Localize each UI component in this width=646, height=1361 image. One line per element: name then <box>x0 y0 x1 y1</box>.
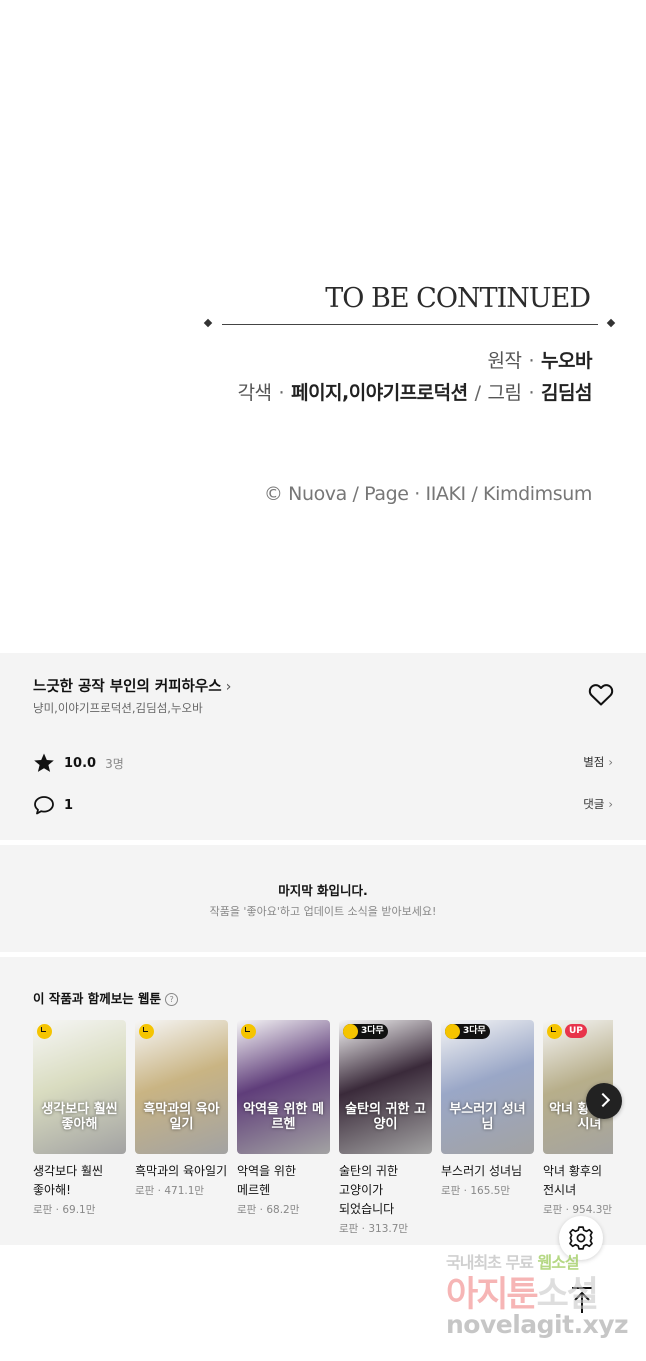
cover-title-art: 부스러기 성녀님 <box>449 1102 526 1132</box>
recommendation-card[interactable]: 술탄의 귀한 고양이 3다무술탄의 귀한 고양이가 되었습니다로판 · 313.7… <box>339 1020 432 1240</box>
series-title-link[interactable]: 느긋한 공작 부인의 커피하우스 › <box>33 675 231 696</box>
recommendation-card-title: 흑막과의 육아일기 <box>135 1164 228 1178</box>
series-authors: 냥미,이야기프로덕션,김딤섬,누오바 <box>33 701 203 715</box>
recommendation-card[interactable]: 생각보다 훨씬 좋아해생각보다 훨씬 좋아해! 로판 · 69.1만 <box>33 1020 126 1240</box>
divider-diamond-left <box>203 318 213 328</box>
watermark-url: novelagit.xyz <box>446 1310 629 1339</box>
comments-link[interactable]: 댓글 › <box>583 796 613 812</box>
up-badge: UP <box>565 1024 587 1038</box>
credit-adapt-art: 각색 · 페이지,이야기프로덕션 / 그림 · 김딤섬 <box>237 382 593 404</box>
chevron-right-icon: › <box>225 679 232 695</box>
cover-title-art: 생각보다 훨씬 좋아해 <box>41 1102 118 1132</box>
copyright-text: © Nuova / Page · IIAKI / Kimdimsum <box>263 483 593 505</box>
chevron-right-icon: › <box>608 755 613 769</box>
recommendation-card-meta: 로판 · 68.2만 <box>237 1204 300 1216</box>
clock-icon <box>37 1024 52 1039</box>
chevron-right-icon: › <box>608 797 613 811</box>
recommendation-card-title: 악역을 위한 메르헨 <box>237 1164 297 1197</box>
webtoon-cover-image: 술탄의 귀한 고양이 3다무 <box>339 1020 432 1154</box>
recommendation-card-meta: 로판 · 313.7만 <box>339 1223 409 1235</box>
credit-original-author: 누오바 <box>541 350 592 372</box>
webtoon-cover-image: 생각보다 훨씬 좋아해 <box>33 1020 126 1154</box>
watermark-text: 아지툰 <box>446 1275 539 1315</box>
last-episode-title: 마지막 화입니다. <box>278 883 368 898</box>
recommendation-card-title: 술탄의 귀한 고양이가 되었습니다 <box>339 1164 399 1216</box>
recommendation-card-title: 악녀 황후의 전시녀 <box>543 1164 603 1197</box>
credit-original-label: 원작 <box>487 350 522 372</box>
rating-link[interactable]: 별점 › <box>583 754 613 770</box>
cover-title-art: 악역을 위한 메르헨 <box>243 1102 324 1132</box>
recommendation-card[interactable]: 악녀 황후의 전 시녀UP악녀 황후의 전시녀로판 · 954.3만 <box>543 1020 613 1240</box>
cover-title-art: 술탄의 귀한 고양이 <box>345 1102 426 1132</box>
comment-bubble-icon <box>34 796 54 815</box>
credit-adapt-author: 페이지,이야기프로덕션 <box>291 382 468 404</box>
last-episode-notice: 마지막 화입니다. 작품을 '좋아요'하고 업데이트 소식을 받아보세요! <box>0 845 646 952</box>
recommendation-title: 이 작품과 함께보는 웹툰? <box>33 988 179 1007</box>
credit-art-author: 김딤섬 <box>541 382 592 404</box>
recommendation-card-title: 부스러기 성녀님 <box>441 1164 523 1178</box>
comments-count: 1 <box>64 797 74 813</box>
heart-outline-icon[interactable] <box>588 683 614 707</box>
recommendation-card-meta: 로판 · 165.5만 <box>441 1185 511 1197</box>
episode-ending-panel: TO BE CONTINUED 원작 · 누오바 각색 · 페이지,이야기프로덕션 / 그림… <box>0 0 646 653</box>
recommendation-card-meta: 로판 · 471.1만 <box>135 1185 205 1197</box>
credit-art-label: 그림 <box>487 382 522 404</box>
webtoon-cover-image: 흑막과의 육아일기 <box>135 1020 228 1154</box>
star-icon <box>34 753 54 772</box>
recommendation-card[interactable]: 악역을 위한 메르헨 악역을 위한 메르헨 로판 · 68.2만 <box>237 1020 330 1240</box>
cover-title-art: 흑막과의 육아일기 <box>143 1102 220 1132</box>
recommendation-section: 이 작품과 함께보는 웹툰? 생각보다 훨씬 좋아해생각보다 훨씬 좋아해! 로판… <box>0 957 646 1245</box>
comments-row: 1 <box>33 793 73 817</box>
webtoon-cover-image: 부스러기 성녀님 3다무 <box>441 1020 534 1154</box>
rating-score: 10.0 <box>64 755 97 771</box>
rating-link-label: 별점 <box>583 755 605 769</box>
chevron-right-icon[interactable] <box>586 1083 622 1119</box>
comments-link-label: 댓글 <box>583 797 605 811</box>
recommendation-card[interactable]: 흑막과의 육아일기 흑막과의 육아일기 로판 · 471.1만 <box>135 1020 228 1240</box>
to-be-continued-text: TO BE CONTINUED <box>325 283 591 314</box>
recommendation-card[interactable]: 부스러기 성녀님 3다무부스러기 성녀님로판 · 165.5만 <box>441 1020 534 1240</box>
divider-line <box>222 324 598 325</box>
recommendation-title-text: 이 작품과 함께보는 웹툰 <box>33 991 162 1006</box>
recommendation-card-title: 생각보다 훨씬 좋아해! <box>33 1164 104 1197</box>
clock-icon <box>241 1024 256 1039</box>
recommendation-card-meta: 로판 · 954.3만 <box>543 1204 613 1216</box>
webtoon-cover-image: 악역을 위한 메르헨 <box>237 1020 330 1154</box>
clock-icon <box>547 1024 562 1039</box>
recommendation-card-meta: 로판 · 69.1만 <box>33 1204 96 1216</box>
watermark-text: 소설 <box>536 1275 599 1315</box>
last-episode-subtitle: 작품을 '좋아요'하고 업데이트 소식을 받아보세요! <box>209 905 437 918</box>
clock-icon <box>139 1024 154 1039</box>
wait-free-badge: 3다무 <box>445 1024 490 1039</box>
rating-row: 10.0 3명 <box>33 751 124 775</box>
rating-count: 3명 <box>105 756 124 771</box>
credit-adapt-label: 각색 <box>237 382 272 404</box>
divider-diamond-right <box>606 318 616 328</box>
recommendation-list: 생각보다 훨씬 좋아해생각보다 훨씬 좋아해! 로판 · 69.1만 흑막과의 육아… <box>33 1020 613 1240</box>
credit-original: 원작 · 누오바 <box>487 350 593 372</box>
wait-free-badge: 3다무 <box>343 1024 388 1039</box>
question-circle-icon[interactable]: ? <box>165 993 179 1006</box>
series-title: 느긋한 공작 부인의 커피하우스 <box>33 679 222 695</box>
series-info-section: 느긋한 공작 부인의 커피하우스 › 냥미,이야기프로덕션,김딤섬,누오바 10.… <box>0 653 646 840</box>
